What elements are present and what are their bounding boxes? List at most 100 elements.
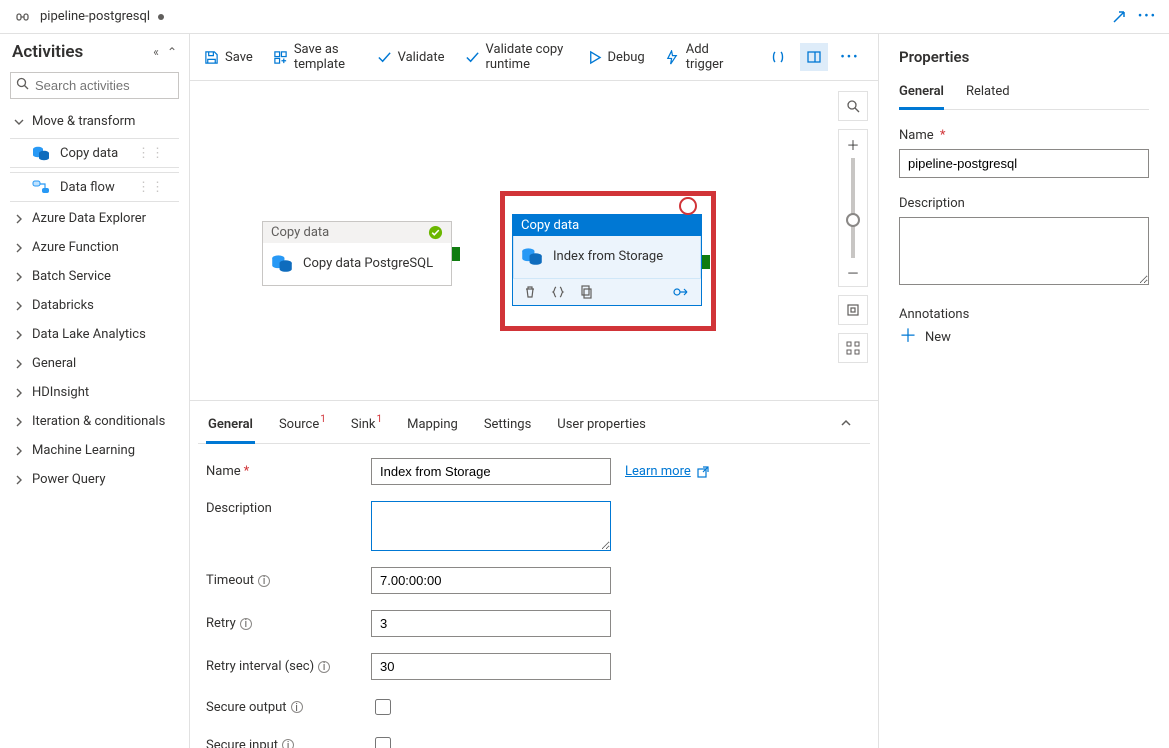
sidebar-group-iteration-conditionals[interactable]: Iteration & conditionals [0,407,189,436]
tab-bar: pipeline-postgresql ••• [0,0,1169,34]
secure-output-checkbox[interactable] [375,699,391,715]
detail-tab-mapping[interactable]: Mapping [405,411,460,443]
pipeline-tab[interactable]: pipeline-postgresql [8,5,172,29]
info-icon[interactable]: i [318,661,330,673]
learn-more-link[interactable]: Learn more [625,464,709,479]
tab-title: pipeline-postgresql [40,9,150,24]
delete-icon[interactable] [523,285,537,299]
timeout-input[interactable] [371,567,611,594]
database-copy-icon [521,246,543,266]
activity-name-input[interactable] [371,458,611,485]
secure-input-label: Secure inputi [206,738,371,748]
code-view-button[interactable] [764,43,792,71]
output-arrow-icon[interactable] [673,285,691,299]
detail-tab-general[interactable]: General [206,411,255,443]
properties-toggle-button[interactable] [800,43,828,71]
timeout-label: Timeouti [206,573,371,588]
chevron-right-icon [14,330,24,340]
chevron-right-icon [14,417,24,427]
fit-to-screen-button[interactable] [838,295,868,325]
pipeline-canvas[interactable]: Copy data Copy data PostgreSQL [190,81,878,400]
node-output-port[interactable] [452,247,460,261]
copy-icon[interactable] [579,285,593,299]
pipeline-name-input[interactable] [899,149,1149,178]
add-annotation-button[interactable]: ＋ New [899,328,1149,346]
activity-copy-data[interactable]: Copy data ⋮⋮ [10,138,179,168]
drag-grip-icon: ⋮⋮ [137,146,165,161]
info-icon[interactable]: i [258,575,270,587]
info-icon[interactable]: i [291,701,303,713]
name-label: Name* [206,464,371,479]
zoom-out-button[interactable]: － [839,258,867,286]
sidebar-group-azure-function[interactable]: Azure Function [0,233,189,262]
description-label: Description [206,501,371,516]
activity-data-flow[interactable]: Data flow ⋮⋮ [10,172,179,202]
code-braces-icon[interactable] [551,285,565,299]
check-icon [465,50,480,65]
chevron-down-icon [14,117,24,127]
detail-tab-source[interactable]: Source1 [277,411,327,443]
pipeline-description-label: Description [899,196,1149,211]
activity-description-input[interactable] [371,501,611,551]
pipeline-name-label: Name * [899,128,1149,143]
database-copy-icon [32,145,50,161]
detail-tab-sink[interactable]: Sink1 [349,411,383,443]
props-tab-related[interactable]: Related [966,80,1010,109]
properties-panel: Properties General Related Name * Descri… [879,34,1169,748]
props-tab-general[interactable]: General [899,80,944,109]
add-trigger-button[interactable]: Add trigger [665,42,724,72]
zoom-slider[interactable]: ＋ － [838,129,868,287]
play-icon [587,50,602,65]
unsaved-indicator-icon [158,14,164,20]
collapse-all-icon[interactable]: ⌃ [167,45,177,59]
zoom-thumb[interactable] [846,213,860,227]
sidebar-group-azure-data-explorer[interactable]: Azure Data Explorer [0,204,189,233]
error-badge-icon: 1 [320,414,326,425]
chevron-right-icon [14,388,24,398]
save-button[interactable]: Save [204,50,253,65]
sidebar-group-hdinsight[interactable]: HDInsight [0,378,189,407]
sidebar-group-general[interactable]: General [0,349,189,378]
canvas-search-button[interactable] [838,91,868,121]
retry-label: Retryi [206,616,371,631]
annotations-label: Annotations [899,307,1149,322]
node-output-port[interactable] [702,255,710,269]
window-expand-icon[interactable] [1112,10,1126,24]
node-action-bar [513,278,701,305]
debug-button[interactable]: Debug [587,50,645,65]
sidebar-group-move-transform[interactable]: Move & transform [0,107,189,136]
info-icon[interactable]: i [282,739,294,748]
validate-copy-runtime-button[interactable]: Validate copy runtime [465,42,567,72]
validate-button[interactable]: Validate [377,50,445,65]
collapse-left-icon[interactable]: « [153,45,159,59]
drag-grip-icon: ⋮⋮ [137,180,165,195]
save-as-template-button[interactable]: Save as template [273,42,357,72]
retry-interval-input[interactable] [371,653,611,680]
zoom-in-button[interactable]: ＋ [839,130,867,158]
canvas-node-index-from-storage[interactable]: Copy data Index from Storage [512,214,702,306]
sidebar-group-machine-learning[interactable]: Machine Learning [0,436,189,465]
more-menu-icon[interactable]: ••• [1138,9,1157,24]
detail-tab-settings[interactable]: Settings [482,411,533,443]
sidebar-group-power-query[interactable]: Power Query [0,465,189,494]
toolbar-more-button[interactable]: ••• [836,43,864,71]
panel-collapse-button[interactable] [840,411,862,443]
auto-layout-button[interactable] [838,333,868,363]
sidebar-group-data-lake-analytics[interactable]: Data Lake Analytics [0,320,189,349]
retry-input[interactable] [371,610,611,637]
check-icon [377,50,392,65]
detail-tab-user-properties[interactable]: User properties [555,411,648,443]
pipeline-icon [16,9,32,25]
sidebar-group-databricks[interactable]: Databricks [0,291,189,320]
info-icon[interactable]: i [240,618,252,630]
activities-search-input[interactable] [10,72,179,99]
template-icon [273,50,288,65]
sidebar-group-batch-service[interactable]: Batch Service [0,262,189,291]
pipeline-description-input[interactable] [899,217,1149,285]
secure-input-checkbox[interactable] [375,737,391,748]
error-marker-icon [679,197,697,215]
chevron-right-icon [14,243,24,253]
chevron-right-icon [14,359,24,369]
retry-interval-label: Retry interval (sec)i [206,659,371,674]
canvas-node-copy-postgresql[interactable]: Copy data Copy data PostgreSQL [262,221,452,286]
